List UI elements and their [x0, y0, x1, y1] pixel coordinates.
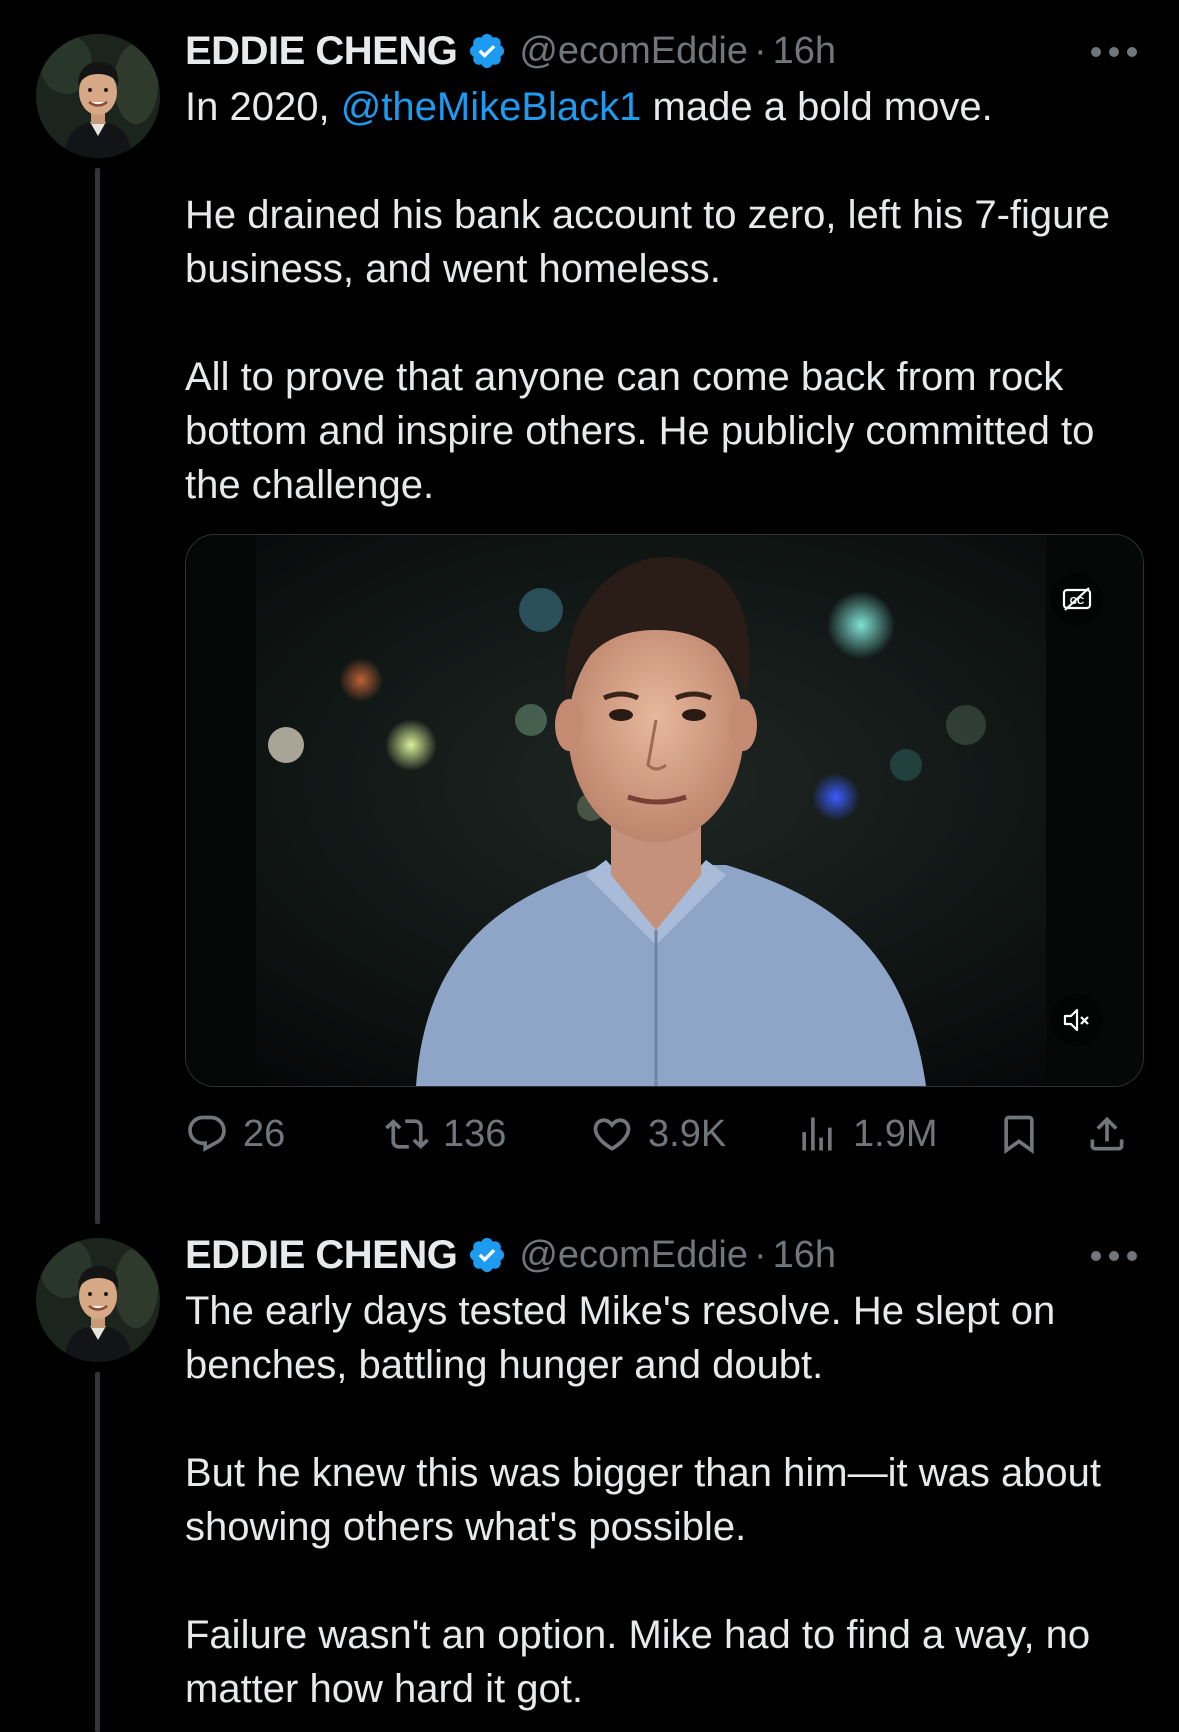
tweet-header: EDDIE CHENG @ecomEddie · 16h	[185, 1230, 836, 1280]
tweet-paragraph: The early days tested Mike's resolve. He…	[185, 1289, 1056, 1387]
author-handle[interactable]: @ecomEddie	[519, 30, 748, 73]
video-player[interactable]: CC	[185, 534, 1144, 1087]
thread-line	[95, 168, 100, 1224]
tweet-paragraph: But he knew this was bigger than him—it …	[185, 1451, 1102, 1549]
volume-muted-icon[interactable]	[1051, 994, 1103, 1046]
author-handle[interactable]: @ecomEddie	[519, 1234, 748, 1277]
captions-off-icon[interactable]: CC	[1051, 573, 1103, 625]
mention-link[interactable]: @theMikeBlack1	[341, 85, 642, 129]
share-icon	[1090, 1116, 1124, 1151]
tweet-paragraph: In 2020, @theMikeBlack1 made a bold move…	[185, 80, 1145, 134]
repost-button[interactable]: 136	[385, 1104, 506, 1164]
verified-badge-icon	[467, 31, 507, 71]
like-button[interactable]: 3.9K	[590, 1104, 726, 1164]
heart-icon	[593, 1118, 631, 1151]
views-button[interactable]: 1.9M	[795, 1104, 937, 1164]
video-frame	[186, 535, 1143, 1086]
avatar-image	[36, 34, 160, 158]
tweet[interactable]: EDDIE CHENG @ecomEddie · 16h In 2020, @t…	[0, 0, 1179, 1224]
repost-count: 136	[443, 1112, 507, 1155]
verified-badge-icon	[467, 1235, 507, 1275]
views-icon	[802, 1117, 832, 1151]
reply-button[interactable]: 26	[185, 1104, 285, 1164]
author-name[interactable]: EDDIE CHENG	[185, 1233, 458, 1278]
tweet-paragraph: All to prove that anyone can come back f…	[185, 355, 1095, 507]
separator-dot: ·	[754, 1233, 767, 1276]
timestamp[interactable]: 16h	[773, 1234, 836, 1277]
more-options-icon[interactable]	[1091, 42, 1137, 62]
tweet-text: The early days tested Mike's resolve. He…	[185, 1284, 1145, 1716]
tweet-actions: 26 136 3.9K 1.9M	[185, 1104, 1140, 1164]
avatar-image	[36, 1238, 160, 1362]
bookmark-icon	[1004, 1115, 1034, 1155]
author-name[interactable]: EDDIE CHENG	[185, 29, 458, 74]
tweet-header: EDDIE CHENG @ecomEddie · 16h	[185, 26, 836, 76]
avatar[interactable]	[36, 1238, 160, 1362]
more-options-icon[interactable]	[1091, 1246, 1137, 1266]
tweet-paragraph: Failure wasn't an option. Mike had to fi…	[185, 1613, 1091, 1711]
avatar[interactable]	[36, 34, 160, 158]
bookmark-button[interactable]	[997, 1104, 1041, 1164]
thread-line	[95, 1372, 100, 1732]
reply-icon	[188, 1115, 226, 1152]
text-intro: In 2020,	[185, 85, 341, 129]
tweet[interactable]: EDDIE CHENG @ecomEddie · 16h The early d…	[0, 1220, 1179, 1732]
tweet-text: In 2020, @theMikeBlack1 made a bold move…	[185, 80, 1145, 512]
separator-dot: ·	[754, 29, 767, 72]
timestamp[interactable]: 16h	[773, 30, 836, 73]
text-intro-rest: made a bold move.	[641, 85, 993, 129]
repost-icon	[385, 1119, 429, 1149]
tweet-paragraph: He drained his bank account to zero, lef…	[185, 193, 1110, 291]
reply-count: 26	[243, 1112, 286, 1155]
share-button[interactable]	[1085, 1104, 1129, 1164]
view-count: 1.9M	[853, 1112, 938, 1155]
like-count: 3.9K	[648, 1112, 727, 1155]
